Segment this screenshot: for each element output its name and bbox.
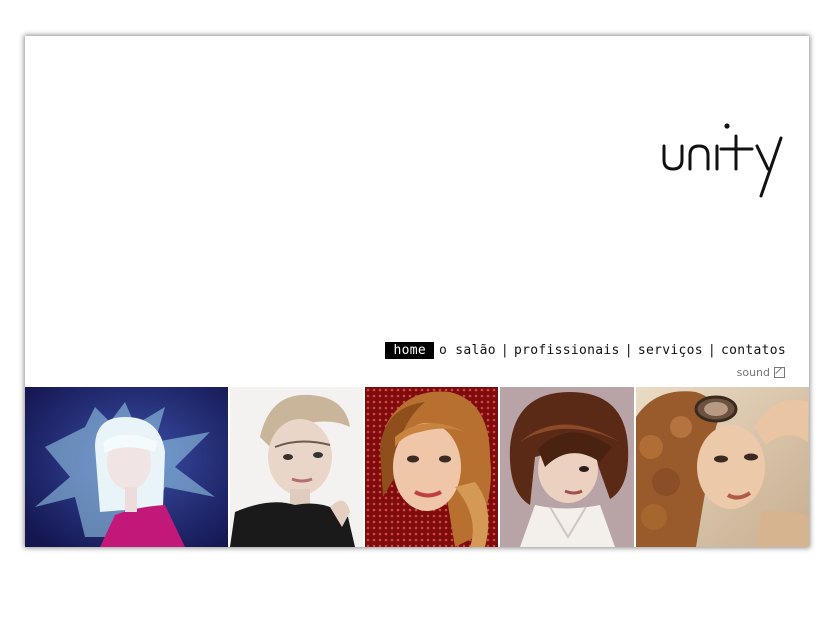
brunette-bob-photo[interactable]: [500, 387, 634, 547]
nav-item-profissionais[interactable]: profissionais: [513, 342, 621, 359]
curly-hair-goggles-photo[interactable]: [636, 387, 809, 547]
nav-separator: |: [707, 343, 716, 358]
page-frame: home o salão | profissionais | serviços …: [25, 36, 809, 547]
platinum-blonde-model-photo[interactable]: [25, 387, 228, 547]
nav-item-servicos[interactable]: serviços: [637, 342, 704, 359]
nav-item-contatos[interactable]: contatos: [720, 342, 787, 359]
nav-item-home[interactable]: home: [385, 342, 434, 359]
short-blonde-pixie-photo[interactable]: [230, 387, 363, 547]
auburn-hair-red-backdrop-photo[interactable]: [365, 387, 498, 547]
sound-toggle[interactable]: sound: [737, 366, 785, 379]
nav-separator: |: [624, 343, 633, 358]
main-nav: home o salão | profissionais | serviços …: [385, 342, 787, 359]
nav-item-o-salao[interactable]: o salão: [438, 342, 497, 359]
unity-logo-mark: [662, 123, 783, 198]
sound-label: sound: [736, 366, 770, 379]
sound-toggle-icon: [774, 367, 785, 378]
unity-logo[interactable]: [661, 120, 785, 200]
photo-gallery: [25, 387, 809, 547]
nav-separator: |: [500, 343, 510, 358]
